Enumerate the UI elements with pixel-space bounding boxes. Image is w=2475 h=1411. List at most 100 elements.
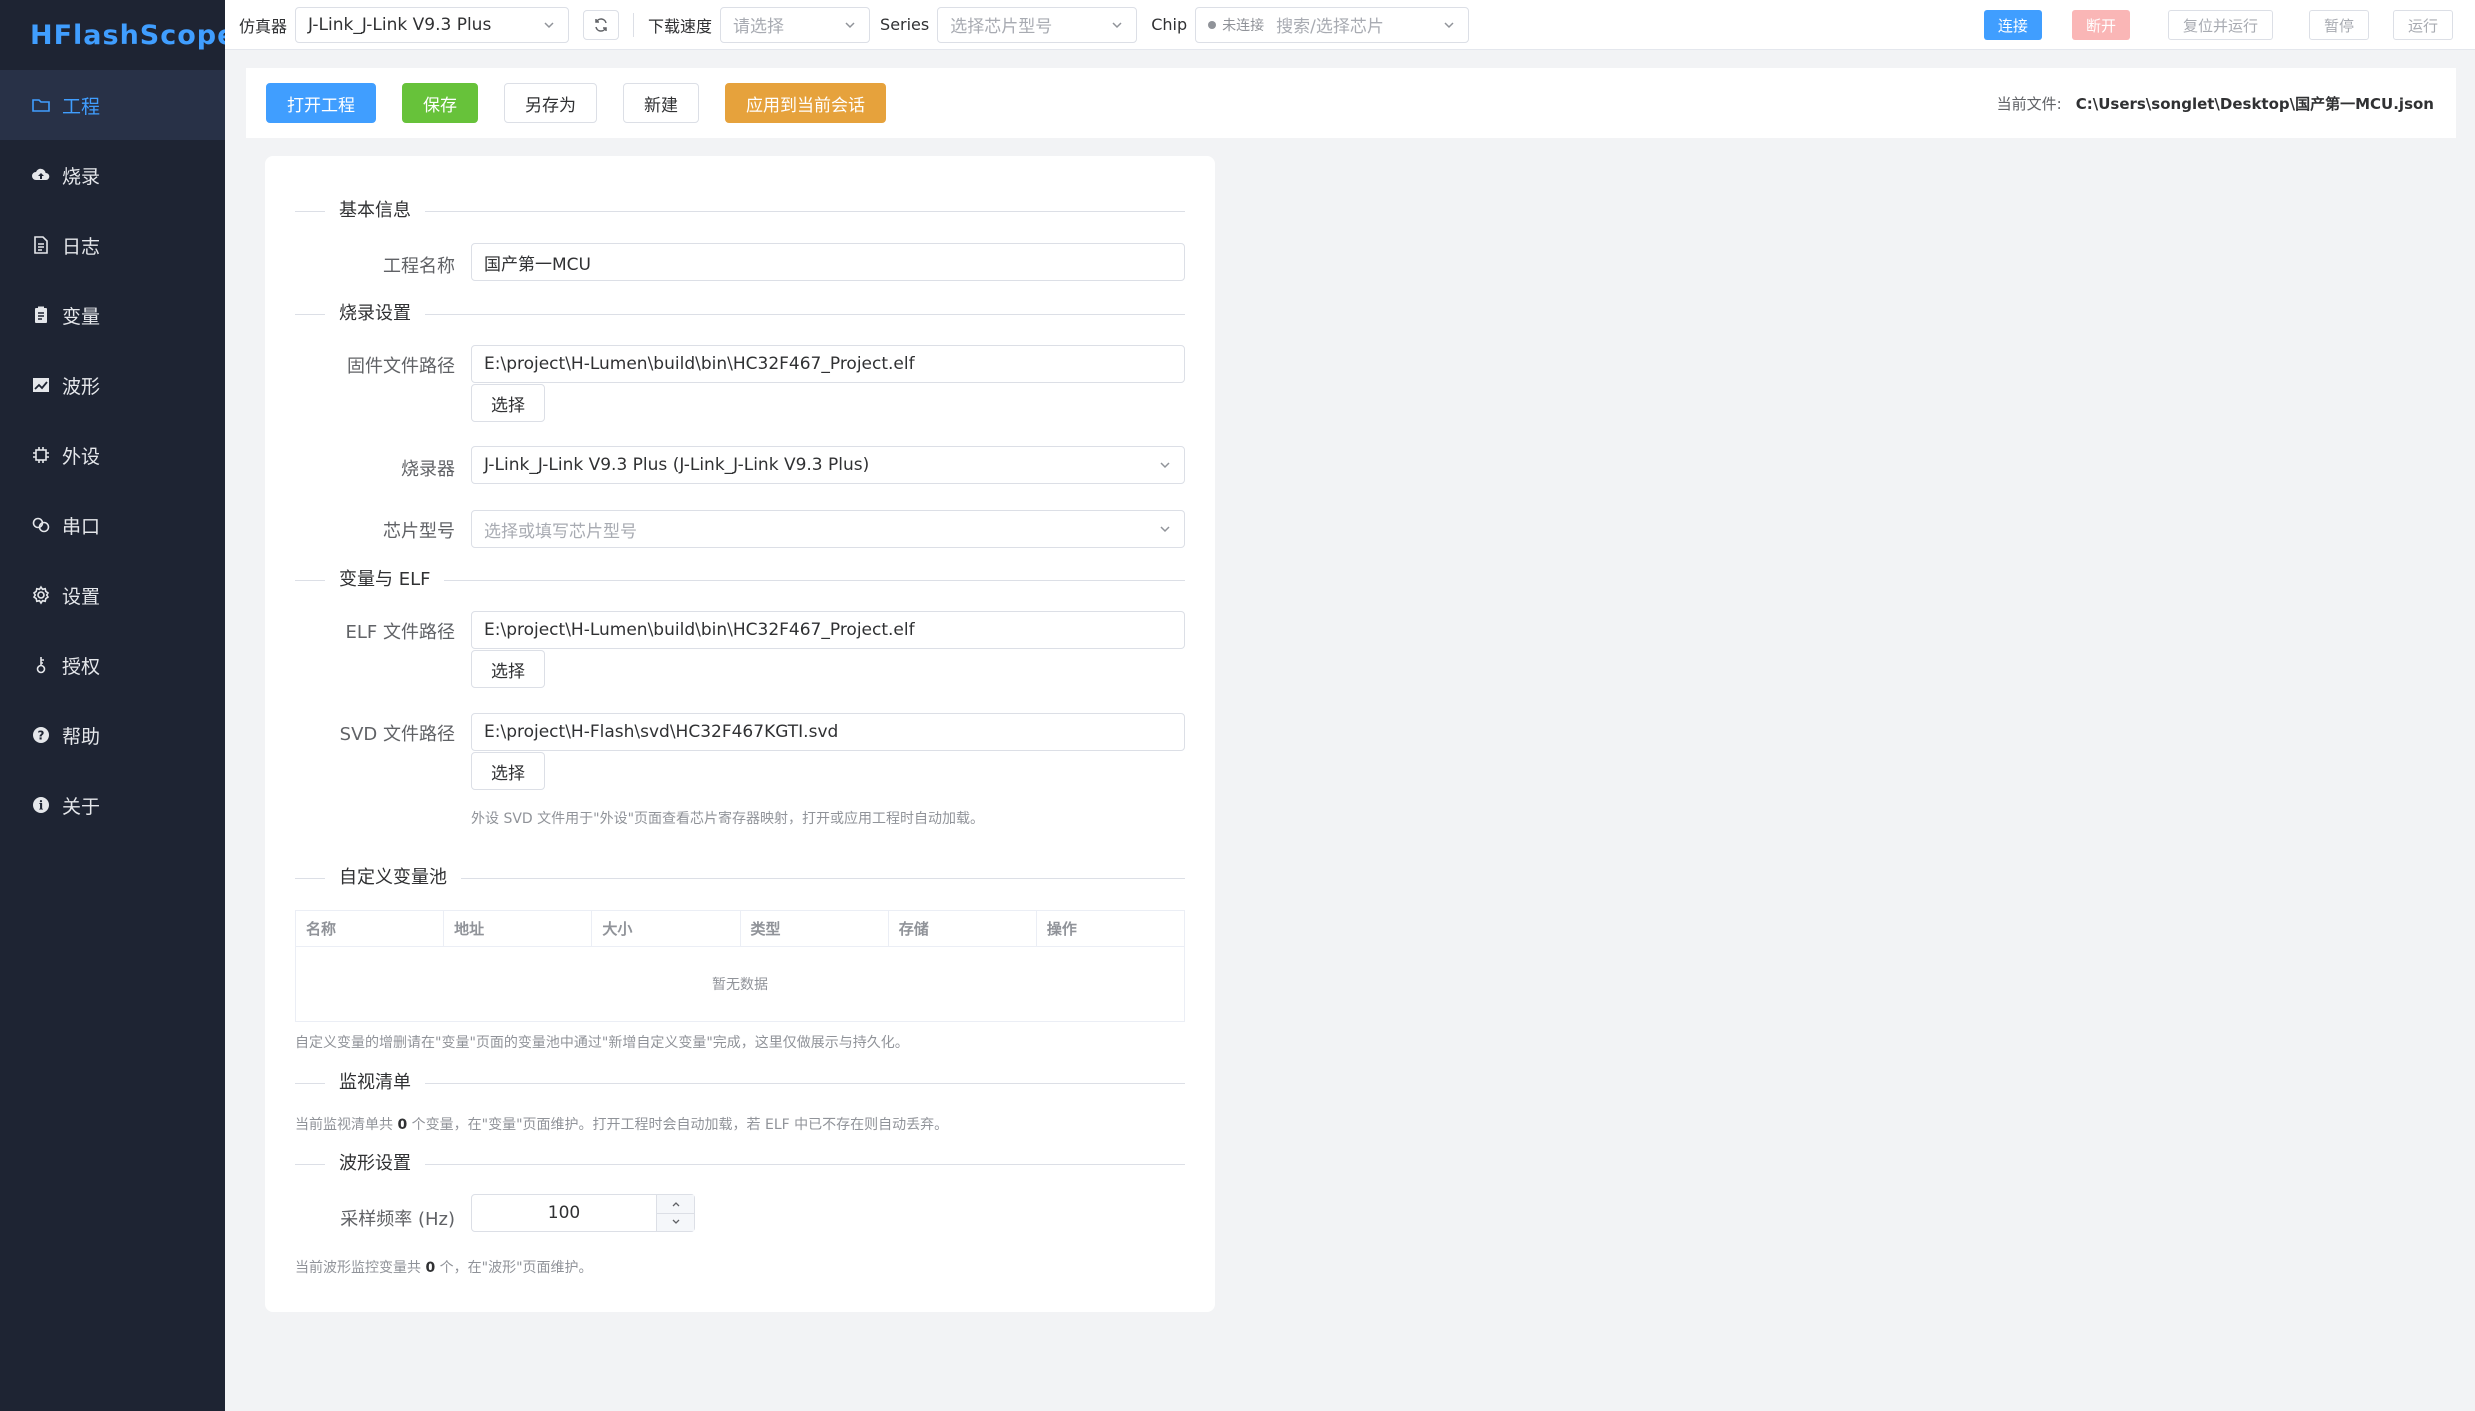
sidebar-item-waveform[interactable]: 波形 (0, 350, 225, 420)
sidebar-item-label: 烧录 (62, 165, 101, 188)
app-logo: HFlashScope (30, 19, 237, 51)
increase-button[interactable] (657, 1195, 694, 1214)
sidebar-item-label: 帮助 (62, 725, 101, 748)
chevron-down-icon (672, 1219, 679, 1225)
emulator-select[interactable]: J-Link_J-Link V9.3 Plus (295, 6, 570, 43)
choose-firmware-button[interactable]: 选择 (471, 384, 545, 422)
watch-hint-prefix: 当前监视清单共 (295, 1117, 393, 1133)
series-select[interactable]: 选择芯片型号 (937, 6, 1138, 43)
table-header: 名称 地址 大小 类型 存储 操作 (296, 911, 1184, 947)
connect-button[interactable]: 连接 (1983, 10, 2042, 40)
svd-path-input[interactable]: E:\project\H-Flash\svd\HC32F467KGTI.svd (471, 713, 1185, 751)
sidebar-item-about[interactable]: i 关于 (0, 770, 225, 840)
section-title: 变量与 ELF (325, 569, 445, 591)
sidebar-item-variables[interactable]: 变量 (0, 280, 225, 350)
section-title: 自定义变量池 (325, 867, 461, 889)
watch-count: 0 (397, 1117, 408, 1133)
project-name-label: 工程名称 (383, 256, 455, 277)
chart-icon (30, 374, 52, 396)
disconnect-button[interactable]: 断开 (2071, 10, 2130, 40)
chip-model-select[interactable]: 选择或填写芯片型号 (471, 510, 1185, 548)
reset-run-button[interactable]: 复位并运行 (2167, 10, 2273, 40)
firmware-path-input[interactable]: E:\project\H-Lumen\build\bin\HC32F467_Pr… (471, 345, 1185, 383)
cloud-upload-icon (30, 164, 52, 186)
sidebar-item-label: 设置 (62, 585, 101, 608)
sidebar-item-peripheral[interactable]: 外设 (0, 420, 225, 490)
sidebar-item-label: 波形 (62, 375, 101, 398)
save-button[interactable]: 保存 (402, 83, 478, 123)
open-project-button[interactable]: 打开工程 (266, 83, 376, 123)
choose-svd-button[interactable]: 选择 (471, 752, 545, 790)
sidebar-item-help[interactable]: ? 帮助 (0, 700, 225, 770)
refresh-button[interactable] (583, 9, 620, 40)
save-as-button[interactable]: 另存为 (504, 83, 597, 123)
waveform-count: 0 (425, 1260, 436, 1276)
folder-icon (30, 94, 52, 116)
chip-placeholder: 搜索/选择芯片 (1276, 17, 1384, 37)
elf-path-label: ELF 文件路径 (345, 622, 455, 643)
svg-text:?: ? (38, 729, 45, 743)
refresh-icon (595, 17, 607, 32)
waveform-hint-prefix: 当前波形监控变量共 (295, 1260, 421, 1276)
watch-hint: 当前监视清单共 0 个变量，在"变量"页面维护。打开工程时会自动加载，若 ELF… (295, 1114, 948, 1134)
svd-path-value: E:\project\H-Flash\svd\HC32F467KGTI.svd (484, 722, 839, 742)
current-file: 当前文件: C:\Users\songlet\Desktop\国产第一MCU.js… (1997, 93, 2434, 114)
sidebar-item-serial[interactable]: 串口 (0, 490, 225, 560)
project-action-bar: 打开工程 保存 另存为 新建 应用到当前会话 当前文件: C:\Users\son… (246, 68, 2456, 138)
sidebar-item-label: 关于 (62, 795, 101, 818)
section-basic: 基本信息 (295, 200, 1185, 222)
speed-placeholder: 请选择 (733, 17, 785, 37)
series-placeholder: 选择芯片型号 (950, 17, 1053, 37)
project-name-input[interactable]: 国产第一MCU (471, 243, 1185, 281)
sidebar-item-license[interactable]: 授权 (0, 630, 225, 700)
sidebar-item-project[interactable]: 工程 (0, 70, 225, 140)
new-project-button[interactable]: 新建 (623, 83, 699, 123)
section-waveform: 波形设置 (295, 1153, 1185, 1175)
sidebar-item-label: 变量 (62, 305, 101, 328)
sidebar-item-log[interactable]: 日志 (0, 210, 225, 280)
waveform-hint-suffix: 个，在"波形"页面维护。 (439, 1260, 593, 1276)
chevron-down-icon (1160, 462, 1170, 469)
variable-pool-table: 名称 地址 大小 类型 存储 操作 暂无数据 (295, 910, 1185, 1022)
gear-icon (30, 584, 52, 606)
toolbar-divider (633, 12, 635, 37)
chip-status: 未连接 (1222, 17, 1265, 34)
programmer-value: J-Link_J-Link V9.3 Plus (J-Link_J-Link V… (484, 455, 870, 475)
choose-elf-button[interactable]: 选择 (471, 650, 545, 688)
column-header: 存储 (889, 911, 1037, 946)
chip-select[interactable]: 未连接 搜索/选择芯片 (1195, 6, 1470, 43)
pause-button[interactable]: 暂停 (2308, 10, 2369, 40)
table-empty-text: 暂无数据 (712, 977, 768, 993)
programmer-select[interactable]: J-Link_J-Link V9.3 Plus (J-Link_J-Link V… (471, 446, 1185, 484)
sidebar: HFlashScope 工程 烧录 日志 变量 波形 外设 串口 设置 授权 ?… (0, 0, 237, 1411)
elf-path-value: E:\project\H-Lumen\build\bin\HC32F467_Pr… (484, 620, 915, 640)
link-icon (30, 514, 52, 536)
chevron-down-icon (1444, 21, 1454, 28)
apply-session-button[interactable]: 应用到当前会话 (725, 83, 886, 123)
column-header: 名称 (296, 911, 445, 946)
current-file-label: 当前文件: (1996, 94, 2062, 113)
run-button[interactable]: 运行 (2392, 10, 2453, 40)
info-icon: i (30, 794, 52, 816)
sidebar-item-label: 日志 (62, 235, 101, 258)
decrease-button[interactable] (657, 1213, 694, 1231)
top-toolbar: 仿真器 J-Link_J-Link V9.3 Plus 下载速度 请选择 Ser… (225, 0, 2475, 50)
section-elf: 变量与 ELF (295, 569, 1185, 591)
section-watch: 监视清单 (295, 1072, 1185, 1094)
chip-model-label: 芯片型号 (383, 521, 455, 542)
sidebar-item-flash[interactable]: 烧录 (0, 140, 225, 210)
chevron-down-icon (845, 21, 855, 28)
emulator-value: J-Link_J-Link V9.3 Plus (308, 14, 492, 35)
speed-select[interactable]: 请选择 (720, 6, 871, 43)
sample-rate-value[interactable]: 100 (472, 1195, 656, 1231)
clipboard-icon (30, 304, 52, 326)
sample-rate-stepper[interactable]: 100 (471, 1194, 695, 1232)
project-name-value: 国产第一MCU (484, 254, 591, 275)
sidebar-item-settings[interactable]: 设置 (0, 560, 225, 630)
section-title: 波形设置 (325, 1153, 425, 1175)
sample-rate-label: 采样频率 (Hz) (340, 1209, 455, 1230)
elf-path-input[interactable]: E:\project\H-Lumen\build\bin\HC32F467_Pr… (471, 611, 1185, 649)
section-title: 监视清单 (325, 1072, 425, 1094)
sidebar-item-label: 授权 (62, 655, 101, 678)
emulator-label: 仿真器 (239, 16, 288, 36)
